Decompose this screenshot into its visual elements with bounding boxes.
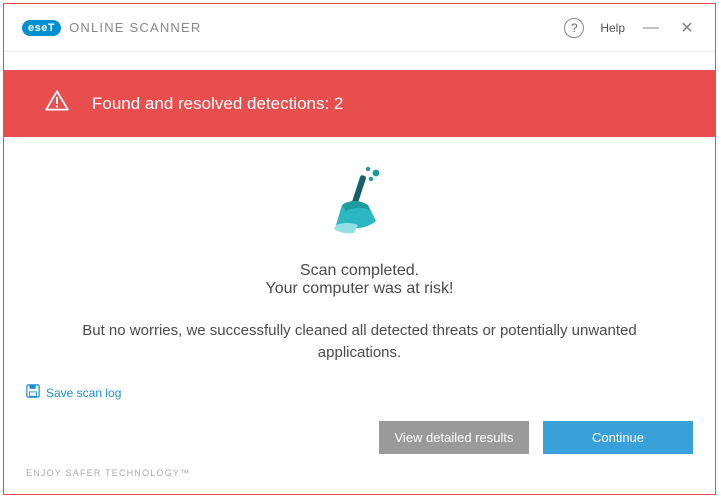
save-scan-log-link[interactable]: Save scan log xyxy=(26,384,121,401)
continue-button[interactable]: Continue xyxy=(543,421,693,454)
broom-icon xyxy=(324,163,396,244)
warning-icon xyxy=(44,88,70,119)
scan-description: But no worries, we successfully cleaned … xyxy=(60,320,660,364)
scan-status-line1: Scan completed. xyxy=(300,262,419,280)
view-detailed-results-button[interactable]: View detailed results xyxy=(379,421,529,454)
content-area: Scan completed. Your computer was at ris… xyxy=(4,137,715,376)
logo-text: ONLINE SCANNER xyxy=(69,20,201,35)
minimize-button[interactable]: — xyxy=(641,19,661,37)
logo-badge: eseT xyxy=(22,20,61,36)
help-icon[interactable]: ? xyxy=(564,18,584,38)
app-window: eseT ONLINE SCANNER ? Help — ✕ Found and… xyxy=(3,3,716,495)
alert-text: Found and resolved detections: 2 xyxy=(92,94,343,114)
scan-status-line2: Your computer was at risk! xyxy=(266,280,454,298)
titlebar-controls: ? Help — ✕ xyxy=(564,18,697,38)
button-row: View detailed results Continue xyxy=(26,421,693,454)
logo: eseT ONLINE SCANNER xyxy=(22,20,201,36)
titlebar: eseT ONLINE SCANNER ? Help — ✕ xyxy=(4,4,715,52)
footer: Save scan log View detailed results Cont… xyxy=(4,376,715,494)
alert-banner: Found and resolved detections: 2 xyxy=(4,70,715,137)
footer-tagline: ENJOY SAFER TECHNOLOGY™ xyxy=(26,468,693,478)
close-button[interactable]: ✕ xyxy=(677,18,697,38)
save-scan-log-label: Save scan log xyxy=(46,386,121,400)
save-icon xyxy=(26,384,40,401)
help-link[interactable]: Help xyxy=(600,21,625,35)
